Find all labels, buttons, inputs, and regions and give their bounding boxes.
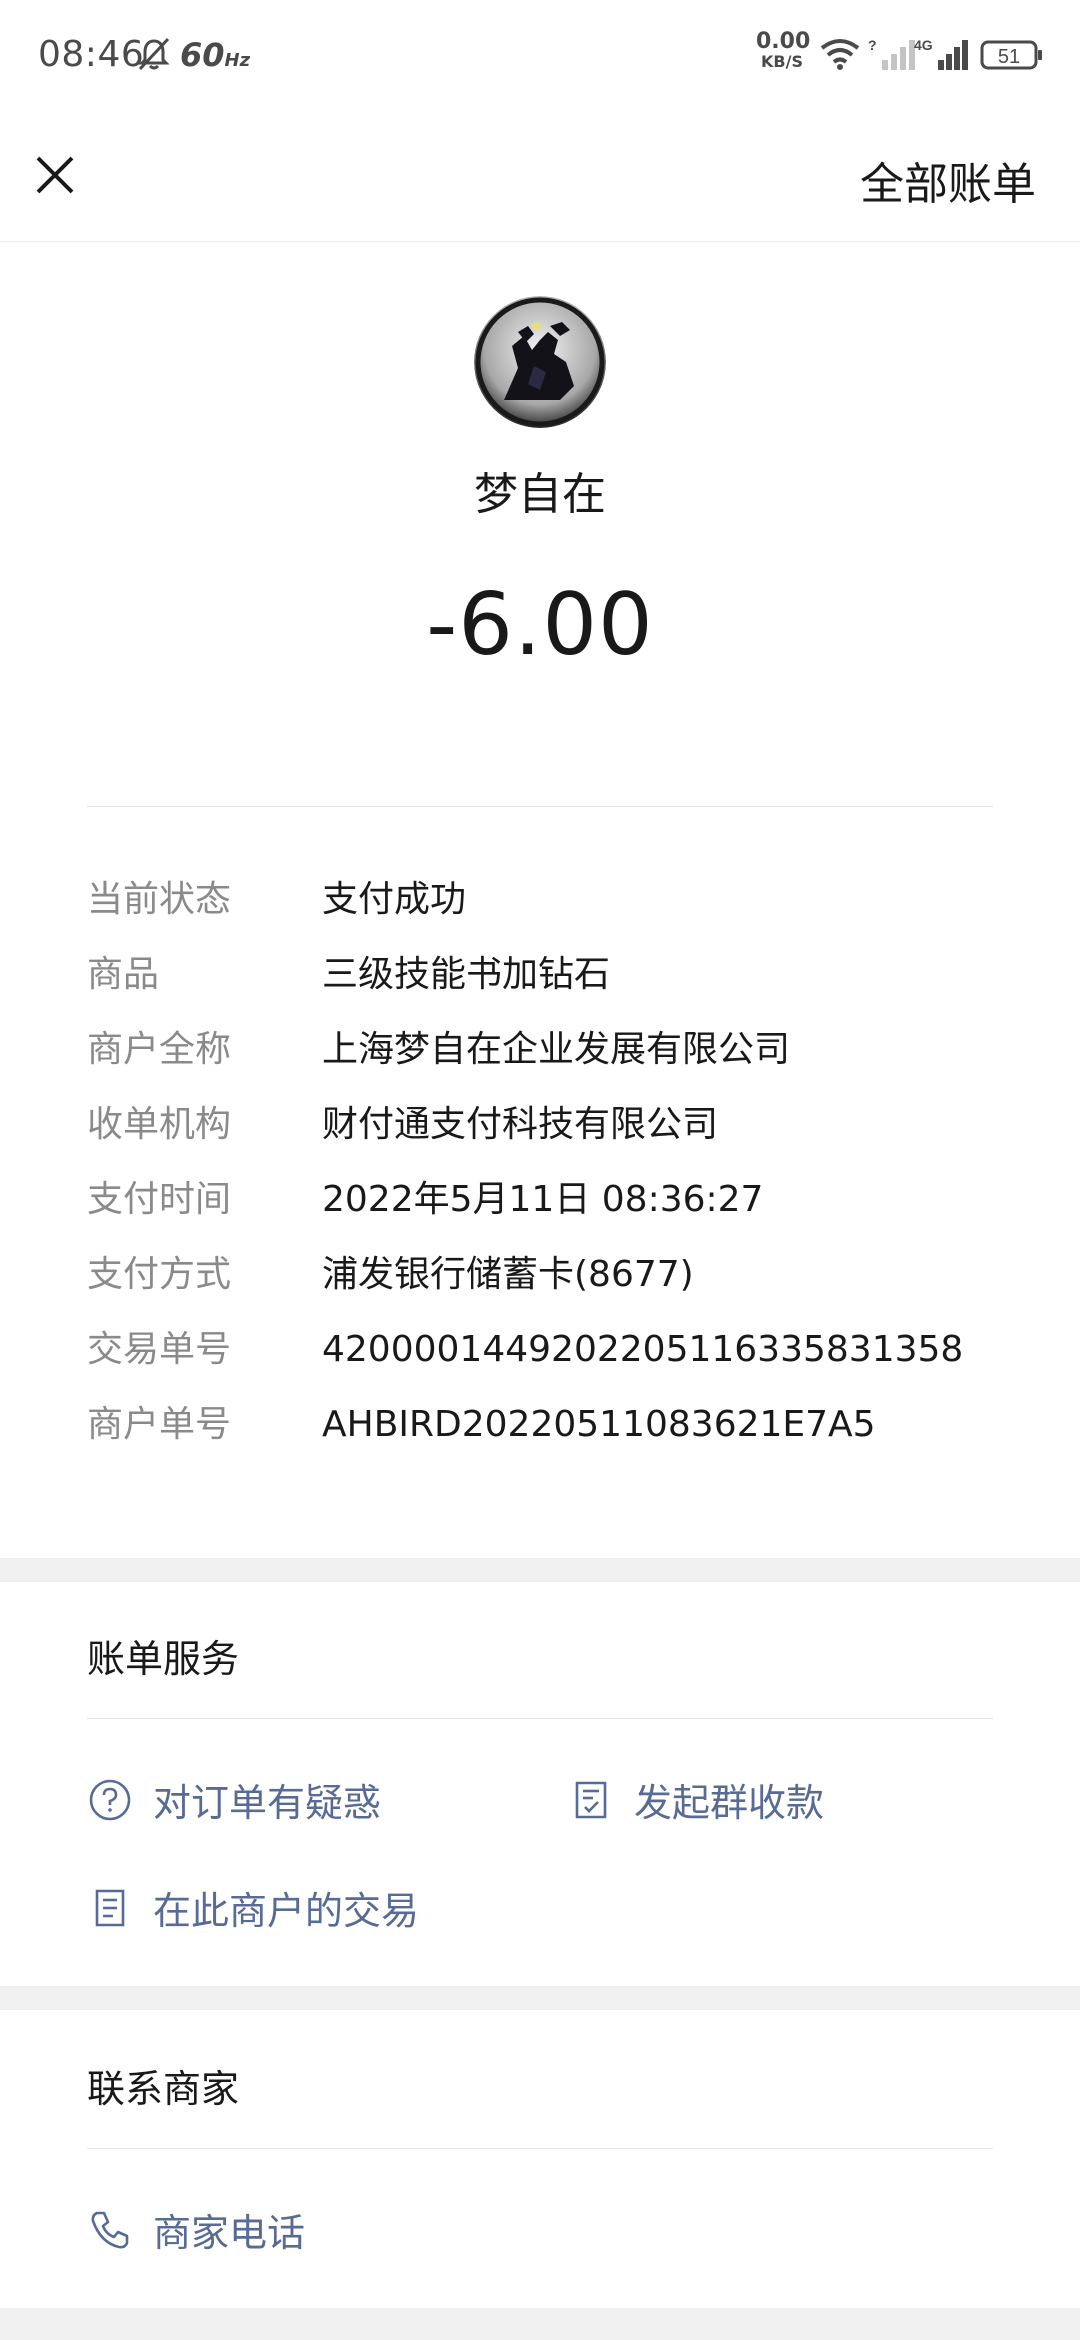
receipt-check-icon xyxy=(575,1781,607,1818)
section-separator xyxy=(0,2308,1080,2340)
transaction-details: 当前状态 支付成功 商品 三级技能书加钻石 商户全称 上海梦自在企业发展有限公司… xyxy=(87,870,993,1470)
detail-row-status: 当前状态 支付成功 xyxy=(87,870,993,945)
nav-bar: 全部账单 xyxy=(0,108,1080,242)
detail-row-pay-method: 支付方式 浦发银行储蓄卡(8677) xyxy=(87,1245,993,1320)
svg-text:4G: 4G xyxy=(914,37,933,53)
close-icon[interactable] xyxy=(32,152,78,198)
detail-row-product: 商品 三级技能书加钻石 xyxy=(87,945,993,1020)
merchant-name: 梦自在 xyxy=(474,469,606,520)
order-question-link[interactable]: 对订单有疑惑 xyxy=(87,1772,381,1827)
detail-label: 商户单号 xyxy=(87,1404,232,1445)
merchant-avatar xyxy=(474,296,606,428)
detail-label: 商户全称 xyxy=(87,1029,232,1070)
detail-label: 商品 xyxy=(87,954,160,995)
all-bills-button[interactable]: 全部账单 xyxy=(860,148,1036,212)
detail-label: 支付时间 xyxy=(87,1179,232,1220)
divider xyxy=(87,2148,993,2149)
network-speed: 0.00 KB/S xyxy=(756,29,811,72)
svg-text:?: ? xyxy=(868,37,877,53)
detail-row-merchant-order-id: 商户单号 AHBIRD20220511083621E7A5 xyxy=(87,1395,993,1470)
detail-value: 支付成功 xyxy=(322,879,467,920)
detail-row-transaction-id: 交易单号 4200001449202205116335831358 xyxy=(87,1320,993,1395)
bill-service-title: 账单服务 xyxy=(87,1637,240,1681)
detail-label: 交易单号 xyxy=(87,1329,232,1370)
detail-label: 收单机构 xyxy=(87,1104,232,1145)
detail-value: 2022年5月11日 08:36:27 xyxy=(322,1179,764,1220)
detail-value: 财付通支付科技有限公司 xyxy=(322,1104,719,1145)
detail-value[interactable]: 4200001449202205116335831358 xyxy=(322,1320,963,1380)
phone-icon xyxy=(91,2211,129,2248)
network-speed-unit: KB/S xyxy=(761,52,803,71)
contact-merchant-title: 联系商家 xyxy=(87,2067,240,2111)
detail-row-merchant-fullname: 商户全称 上海梦自在企业发展有限公司 xyxy=(87,1020,993,1095)
wifi-icon xyxy=(820,39,860,70)
merchant-transactions-link[interactable]: 在此商户的交易 xyxy=(87,1880,419,1935)
detail-label: 当前状态 xyxy=(87,879,232,920)
status-bar: 08:46 60Hz 0.00 KB/S ? 4G 51 xyxy=(0,0,1080,108)
merchant-logo-image xyxy=(474,296,606,428)
detail-row-acquirer: 收单机构 财付通支付科技有限公司 xyxy=(87,1095,993,1170)
detail-row-pay-time: 支付时间 2022年5月11日 08:36:27 xyxy=(87,1170,993,1245)
group-collect-link[interactable]: 发起群收款 xyxy=(568,1772,824,1827)
detail-value: 三级技能书加钻石 xyxy=(322,954,611,995)
signal-sim2-4g-icon: 4G xyxy=(914,37,968,70)
detail-value: 浦发银行储蓄卡(8677) xyxy=(322,1254,694,1295)
divider xyxy=(87,806,993,807)
battery-icon: 51 xyxy=(980,40,1042,70)
bell-muted-icon xyxy=(138,37,170,71)
detail-label: 支付方式 xyxy=(87,1254,232,1295)
transaction-amount: -6.00 xyxy=(426,575,654,675)
network-speed-value: 0.00 xyxy=(756,29,811,54)
order-question-label: 对订单有疑惑 xyxy=(153,1781,382,1825)
battery-level: 51 xyxy=(998,46,1020,68)
detail-value: 上海梦自在企业发展有限公司 xyxy=(322,1029,791,1070)
refresh-rate-value: 60 xyxy=(180,36,225,74)
detail-value[interactable]: AHBIRD20220511083621E7A5 xyxy=(322,1395,876,1455)
status-time: 08:46 xyxy=(38,34,145,75)
divider xyxy=(87,1718,993,1719)
section-separator xyxy=(0,1986,1080,2010)
refresh-rate-unit: Hz xyxy=(224,50,251,71)
group-collect-label: 发起群收款 xyxy=(634,1781,825,1825)
merchant-transactions-label: 在此商户的交易 xyxy=(153,1889,420,1933)
merchant-phone-label: 商家电话 xyxy=(153,2211,306,2255)
question-circle-icon xyxy=(89,1779,131,1820)
section-separator xyxy=(0,1558,1080,1582)
signal-sim1-icon: ? xyxy=(868,37,915,70)
document-icon xyxy=(95,1889,125,1926)
merchant-phone-link[interactable]: 商家电话 xyxy=(87,2202,305,2257)
refresh-rate: 60Hz xyxy=(180,36,250,74)
